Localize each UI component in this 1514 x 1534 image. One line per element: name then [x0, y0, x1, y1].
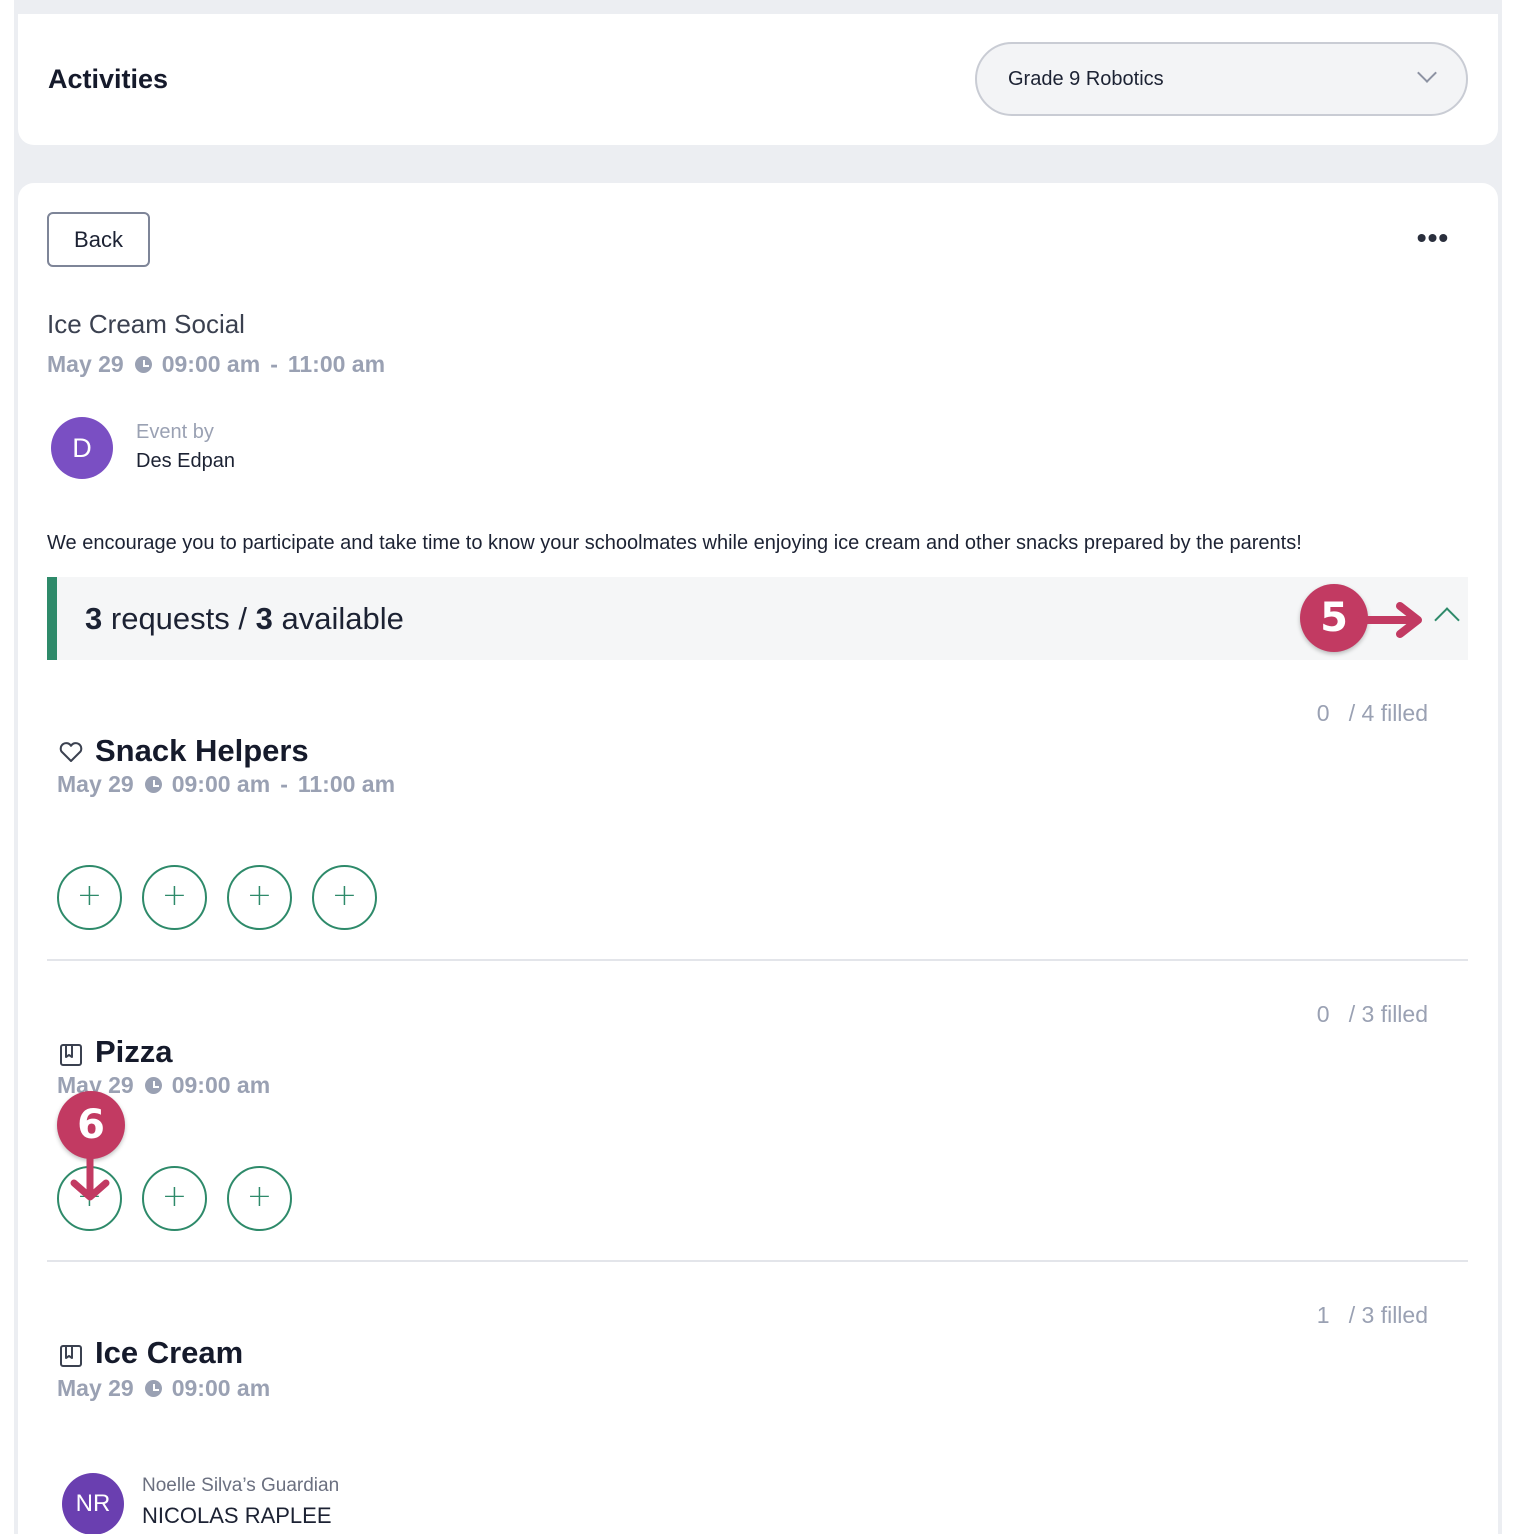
add-signup-button[interactable]: +	[142, 865, 207, 930]
slot-filled-count: 0 / 4 filled	[1317, 700, 1428, 727]
slot-pizza: 0 / 3 filled Pizza May 29 09:00 am + + +	[47, 984, 1468, 1264]
author-caption: Event by	[136, 421, 214, 443]
filled-label: / 3 filled	[1348, 1302, 1428, 1328]
back-button[interactable]: Back	[47, 212, 150, 267]
class-select[interactable]: Grade 9 Robotics	[975, 42, 1468, 116]
divider	[47, 959, 1468, 961]
requests-count: 3	[85, 601, 103, 636]
requests-summary: 3 requests / 3 available	[85, 601, 404, 637]
slot-start-time: 09:00 am	[171, 1375, 271, 1401]
slot-when: May 29 09:00 am	[57, 1375, 270, 1402]
book-icon	[60, 1345, 82, 1367]
event-title: Ice Cream Social	[47, 309, 245, 339]
slot-when: May 29 09:00 am - 11:00 am	[57, 771, 395, 798]
requests-summary-bar[interactable]: 3 requests / 3 available	[47, 577, 1468, 660]
clock-icon	[144, 1380, 162, 1397]
clock-icon	[144, 776, 162, 793]
available-count: 3	[255, 601, 273, 636]
avatar: NR	[62, 1473, 124, 1534]
arrow-down-icon	[70, 1155, 110, 1201]
requests-label: requests /	[110, 601, 247, 636]
time-separator: -	[270, 351, 278, 377]
avatar: D	[51, 417, 113, 479]
more-options-icon[interactable]: •••	[1413, 224, 1453, 259]
available-label: available	[281, 601, 404, 636]
slot-name: Snack Helpers	[95, 733, 309, 768]
author-name: Des Edpan	[136, 450, 235, 472]
heart-icon	[59, 742, 83, 762]
arrow-right-icon	[1356, 602, 1422, 638]
chevron-up-icon[interactable]	[1434, 607, 1460, 633]
time-separator: -	[280, 771, 288, 797]
event-date: May 29	[47, 351, 124, 377]
volunteer-caption: Noelle Silva’s Guardian	[142, 1475, 340, 1496]
slot-date: May 29	[57, 1375, 134, 1401]
book-icon	[60, 1044, 82, 1066]
filled-label: / 4 filled	[1348, 700, 1428, 726]
add-signup-button[interactable]: +	[57, 865, 122, 930]
callout-badge: 6	[57, 1091, 125, 1159]
page-edge-left	[0, 0, 14, 1534]
filled-number: 0	[1316, 1001, 1330, 1027]
page-title: Activities	[48, 64, 169, 94]
slot-date: May 29	[57, 771, 134, 797]
chevron-down-icon	[1417, 63, 1437, 83]
slot-end-time: 11:00 am	[297, 771, 396, 797]
filled-number: 0	[1316, 700, 1330, 726]
event-description: We encourage you to participate and take…	[47, 532, 1302, 554]
slot-filled-count: 0 / 3 filled	[1317, 1001, 1428, 1028]
page-edge-right	[1502, 0, 1514, 1534]
add-signup-buttons: + + + +	[57, 865, 377, 930]
filled-label: / 3 filled	[1348, 1001, 1428, 1027]
header-card: Activities Grade 9 Robotics	[18, 14, 1498, 145]
volunteer-name: NICOLAS RAPLEE	[142, 1503, 332, 1528]
slot-name: Pizza	[95, 1034, 173, 1069]
filled-number: 1	[1316, 1302, 1330, 1328]
slot-name: Ice Cream	[95, 1335, 244, 1370]
event-detail-card: Back ••• Ice Cream Social May 29 09:00 a…	[18, 183, 1498, 1534]
slot-start-time: 09:00 am	[171, 1072, 271, 1098]
class-select-value: Grade 9 Robotics	[1008, 68, 1164, 90]
slot-ice-cream: 1 / 3 filled Ice Cream May 29 09:00 am N…	[47, 1285, 1468, 1534]
event-when: May 29 09:00 am - 11:00 am	[47, 351, 385, 378]
add-signup-button[interactable]: +	[227, 1166, 292, 1231]
event-start-time: 09:00 am	[161, 351, 261, 377]
slot-start-time: 09:00 am	[171, 771, 271, 797]
divider	[47, 1260, 1468, 1262]
slot-snack-helpers: 0 / 4 filled Snack Helpers May 29 09:00 …	[47, 683, 1468, 963]
slot-filled-count: 1 / 3 filled	[1317, 1302, 1428, 1329]
event-end-time: 11:00 am	[287, 351, 386, 377]
add-signup-button[interactable]: +	[227, 865, 292, 930]
clock-icon	[134, 356, 152, 373]
clock-icon	[144, 1077, 162, 1094]
add-signup-button[interactable]: +	[312, 865, 377, 930]
add-signup-button[interactable]: +	[142, 1166, 207, 1231]
